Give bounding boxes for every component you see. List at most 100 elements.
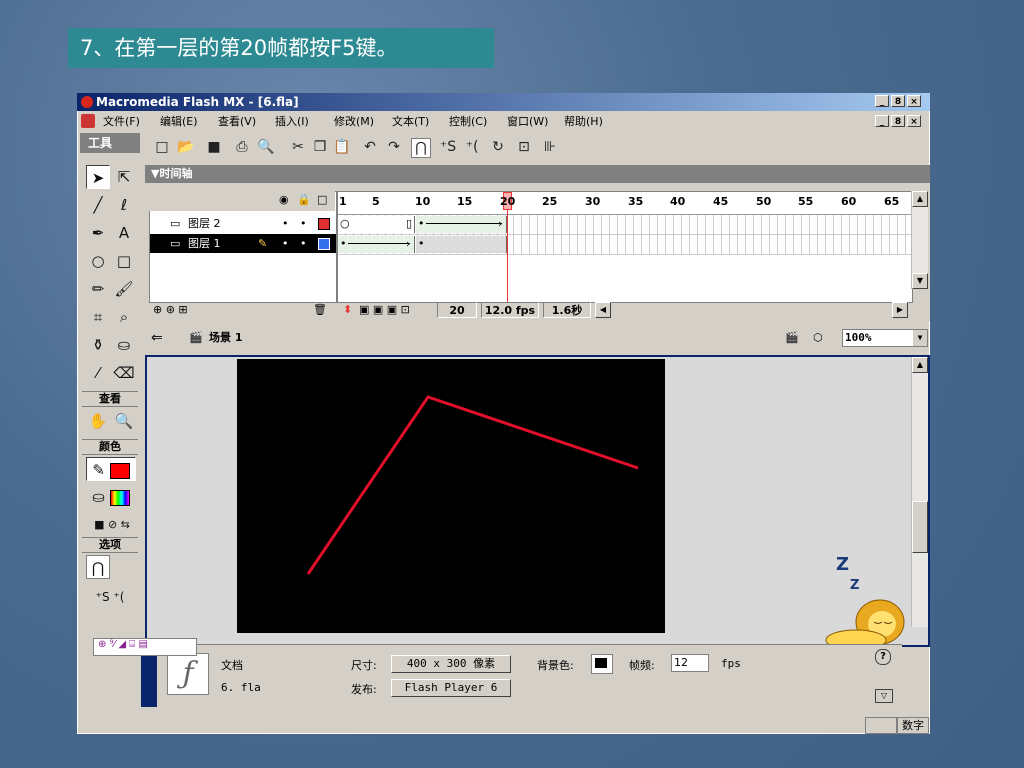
hand-tool-icon[interactable]: ✋ [86, 409, 110, 433]
stage[interactable] [237, 359, 665, 633]
lock-dot[interactable]: • [300, 234, 307, 253]
print-icon[interactable]: ⎙ [233, 138, 251, 156]
hscroll-left-button[interactable]: ◀ [595, 302, 611, 318]
arrow-tool-icon[interactable]: ➤ [86, 165, 110, 189]
open-folder-icon[interactable]: 📂 [177, 138, 195, 156]
chevron-down-icon[interactable]: ▼ [913, 330, 927, 346]
frame-grid[interactable]: 1 5 10 15 20 25 30 35 40 45 50 55 60 65 … [337, 191, 913, 303]
scroll-up-button[interactable]: ▲ [912, 191, 928, 207]
doc-restore-button[interactable]: 8 [891, 115, 905, 127]
visible-dot[interactable]: • [282, 214, 289, 233]
copy-icon[interactable]: ❐ [311, 138, 329, 156]
scroll-down-button[interactable]: ▼ [912, 273, 928, 289]
straighten-icon[interactable]: ⁺( [463, 138, 481, 156]
lock-icon[interactable]: 🔒 [297, 193, 311, 206]
pen-tool-icon[interactable]: ✒ [86, 221, 110, 245]
layer-color-box[interactable] [318, 238, 330, 250]
timeline-title[interactable]: ▼时间轴 [145, 165, 930, 183]
size-button[interactable]: 400 x 300 像素 [391, 655, 511, 673]
eyedropper-tool-icon[interactable]: ⁄ [86, 361, 110, 385]
menu-help[interactable]: 帮助(H) [564, 112, 603, 131]
edit-symbol-icon[interactable]: ⬡ [813, 325, 823, 351]
onion-skin-icons[interactable]: ▣ ▣ ▣ ⊡ [359, 301, 410, 319]
pencil-tool-icon[interactable]: ✏ [86, 277, 110, 301]
new-file-icon[interactable]: □ [153, 138, 171, 156]
snap-option-icon[interactable]: ⋂ [86, 555, 110, 579]
restore-button[interactable]: 8 [891, 95, 905, 107]
zoom-select[interactable]: 100% ▼ [842, 329, 928, 347]
menu-insert[interactable]: 插入(I) [275, 112, 309, 131]
bg-color-swatch[interactable] [591, 654, 613, 674]
menu-modify[interactable]: 修改(M) [334, 112, 374, 131]
center-frame-icon[interactable]: ⬍ [343, 301, 352, 319]
save-icon[interactable]: ■ [205, 138, 223, 156]
stage-scroll-thumb[interactable] [912, 501, 928, 553]
stage-vscroll[interactable]: ▲ [911, 357, 928, 627]
smooth-icon[interactable]: ⁺S [439, 138, 457, 156]
cut-icon[interactable]: ✂ [289, 138, 307, 156]
scale-icon[interactable]: ⊡ [515, 138, 533, 156]
edit-scene-icon[interactable]: 🎬 [785, 325, 799, 351]
back-arrow-icon[interactable]: ⇐ [151, 325, 163, 351]
menu-edit[interactable]: 编辑(E) [160, 112, 198, 131]
zoom-tool-icon[interactable]: 🔍 [112, 409, 136, 433]
scene-name[interactable]: 场景 1 [209, 325, 242, 351]
layer-row-2[interactable]: ▭ 图层 2 • • [150, 214, 336, 233]
paint-bucket-tool-icon[interactable]: ⛀ [112, 333, 136, 357]
frame-row-layer-1[interactable]: • › • [338, 235, 912, 255]
line-tool-icon[interactable]: ╱ [86, 193, 110, 217]
fill-color-swatch[interactable] [109, 489, 130, 506]
actions-strip[interactable]: ⊕ ⁹⁄ ◢ ⌸ ▤ [93, 638, 197, 656]
timeline-vscroll[interactable]: ▲ ▼ [911, 191, 928, 289]
snap-magnet-icon[interactable]: ⋂ [411, 138, 431, 158]
action-icons[interactable]: ⊕ ⁹⁄ ◢ ⌸ ▤ [98, 639, 148, 650]
frame-ruler[interactable]: 1 5 10 15 20 25 30 35 40 45 50 55 60 65 [338, 192, 912, 215]
menu-control[interactable]: 控制(C) [449, 112, 487, 131]
color-swap-icons[interactable]: ■ ⊘ ⇆ [84, 513, 140, 537]
stroke-color-control[interactable]: ✎ [86, 457, 136, 481]
help-icon[interactable]: ? [875, 649, 891, 665]
rectangle-tool-icon[interactable]: □ [112, 249, 136, 273]
rotate-icon[interactable]: ↻ [489, 138, 507, 156]
stage-scroll-up-button[interactable]: ▲ [912, 357, 928, 373]
red-polyline[interactable] [306, 395, 639, 575]
menu-file[interactable]: 文件(F) [103, 112, 140, 131]
oval-tool-icon[interactable]: ○ [86, 249, 110, 273]
brush-tool-icon[interactable]: 🖌 [112, 277, 136, 301]
ink-bottle-tool-icon[interactable]: ⚱ [86, 333, 110, 357]
doc-minimize-button[interactable]: _ [875, 115, 889, 127]
doc-close-button[interactable]: × [907, 115, 921, 127]
outline-icon[interactable]: □ [317, 193, 327, 206]
layer-row-1[interactable]: ▭ 图层 1 ✎ • • [150, 234, 336, 253]
frame-row-layer-2[interactable]: ○ ▯ • › [338, 215, 912, 235]
hscroll-right-button[interactable]: ▶ [892, 302, 908, 318]
subselect-tool-icon[interactable]: ⇱ [112, 165, 136, 189]
add-layer-icons[interactable]: ⊕ ⊛ ⊞ [153, 301, 188, 319]
menu-view[interactable]: 查看(V) [218, 112, 256, 131]
smooth-straighten-option-icons[interactable]: ⁺S ⁺( [84, 585, 136, 609]
collapse-panel-icon[interactable]: ▽ [875, 689, 893, 703]
text-tool-icon[interactable]: A [112, 221, 136, 245]
visible-dot[interactable]: • [282, 234, 289, 253]
print-preview-icon[interactable]: 🔍 [257, 138, 275, 156]
lasso-tool-icon[interactable]: ℓ [112, 193, 136, 217]
paste-icon[interactable]: 📋 [333, 138, 351, 156]
stroke-color-swatch[interactable] [109, 462, 130, 479]
eye-icon[interactable]: ◉ [279, 193, 289, 206]
stage-area[interactable]: ▲ [145, 355, 930, 647]
free-transform-tool-icon[interactable]: ⌗ [86, 305, 110, 329]
framerate-input[interactable]: 12 [671, 654, 709, 672]
align-icon[interactable]: ⊪ [541, 138, 559, 156]
fill-transform-tool-icon[interactable]: ⌕ [112, 305, 136, 329]
minimize-button[interactable]: _ [875, 95, 889, 107]
eraser-tool-icon[interactable]: ⌫ [112, 361, 136, 385]
redo-icon[interactable]: ↷ [385, 138, 403, 156]
layer-color-box[interactable] [318, 218, 330, 230]
menu-window[interactable]: 窗口(W) [507, 112, 548, 131]
publish-button[interactable]: Flash Player 6 [391, 679, 511, 697]
undo-icon[interactable]: ↶ [361, 138, 379, 156]
lock-dot[interactable]: • [300, 214, 307, 233]
trash-icon[interactable]: 🗑 [313, 301, 327, 319]
close-button[interactable]: × [907, 95, 921, 107]
fill-color-control[interactable]: ⛀ [86, 485, 136, 509]
